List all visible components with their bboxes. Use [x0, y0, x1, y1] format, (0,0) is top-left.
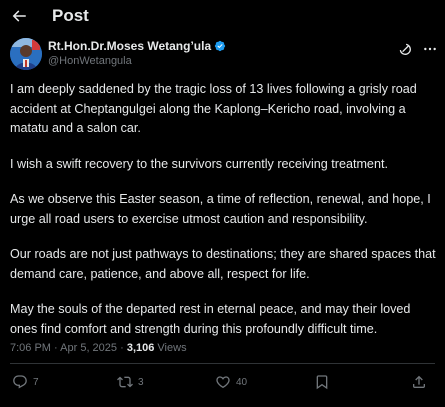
author-name-block: Rt.Hon.Dr.Moses Wetang’ula @HonWetangula — [48, 39, 226, 67]
display-name[interactable]: Rt.Hon.Dr.Moses Wetang’ula — [48, 39, 211, 53]
post-paragraph: I am deeply saddened by the tragic loss … — [10, 82, 417, 135]
reply-button[interactable]: 7 — [12, 374, 39, 390]
post-date[interactable]: Apr 5, 2025 — [60, 342, 117, 354]
bookmark-icon — [316, 375, 328, 390]
divider — [10, 363, 435, 364]
post-paragraph: As we observe this Easter season, a time… — [10, 192, 431, 226]
more-options-icon[interactable] — [422, 41, 438, 57]
repost-count: 3 — [138, 376, 144, 388]
post-text: I am deeply saddened by the tragic loss … — [10, 80, 438, 355]
repost-icon — [117, 376, 133, 388]
meta-separator: · — [120, 342, 124, 354]
heart-icon — [216, 376, 230, 389]
action-bar: 7 3 40 — [0, 374, 445, 398]
post-metadata: 7:06 PM · Apr 5, 2025 · 3,106 Views — [10, 342, 187, 354]
reply-icon — [13, 375, 27, 389]
views-label: Views — [157, 342, 187, 354]
avatar-image — [10, 38, 42, 70]
arrow-left-icon — [12, 10, 26, 22]
share-button[interactable] — [411, 374, 427, 390]
like-count: 40 — [236, 376, 248, 388]
post-paragraph: May the souls of the departed rest in et… — [10, 302, 411, 336]
post-time[interactable]: 7:06 PM — [10, 342, 51, 354]
verified-badge-icon — [215, 40, 226, 52]
reply-count: 7 — [33, 376, 39, 388]
author-handle[interactable]: @HonWetangula — [48, 55, 226, 67]
top-bar: Post — [0, 0, 445, 32]
page-title: Post — [52, 6, 89, 25]
bookmark-button[interactable] — [314, 374, 330, 390]
share-icon — [413, 375, 425, 388]
back-button[interactable] — [8, 5, 30, 27]
repost-button[interactable]: 3 — [117, 374, 144, 390]
grok-icon[interactable] — [397, 41, 413, 57]
like-button[interactable]: 40 — [215, 374, 247, 390]
meta-separator: · — [54, 342, 58, 354]
author-row: Rt.Hon.Dr.Moses Wetang’ula @HonWetangula — [10, 38, 438, 72]
views-count: 3,106 — [126, 342, 155, 354]
post-paragraph: I wish a swift recovery to the survivors… — [10, 156, 388, 171]
post-paragraph: Our roads are not just pathways to desti… — [10, 247, 436, 281]
avatar[interactable] — [10, 38, 42, 70]
name-line: Rt.Hon.Dr.Moses Wetang’ula — [48, 39, 226, 53]
